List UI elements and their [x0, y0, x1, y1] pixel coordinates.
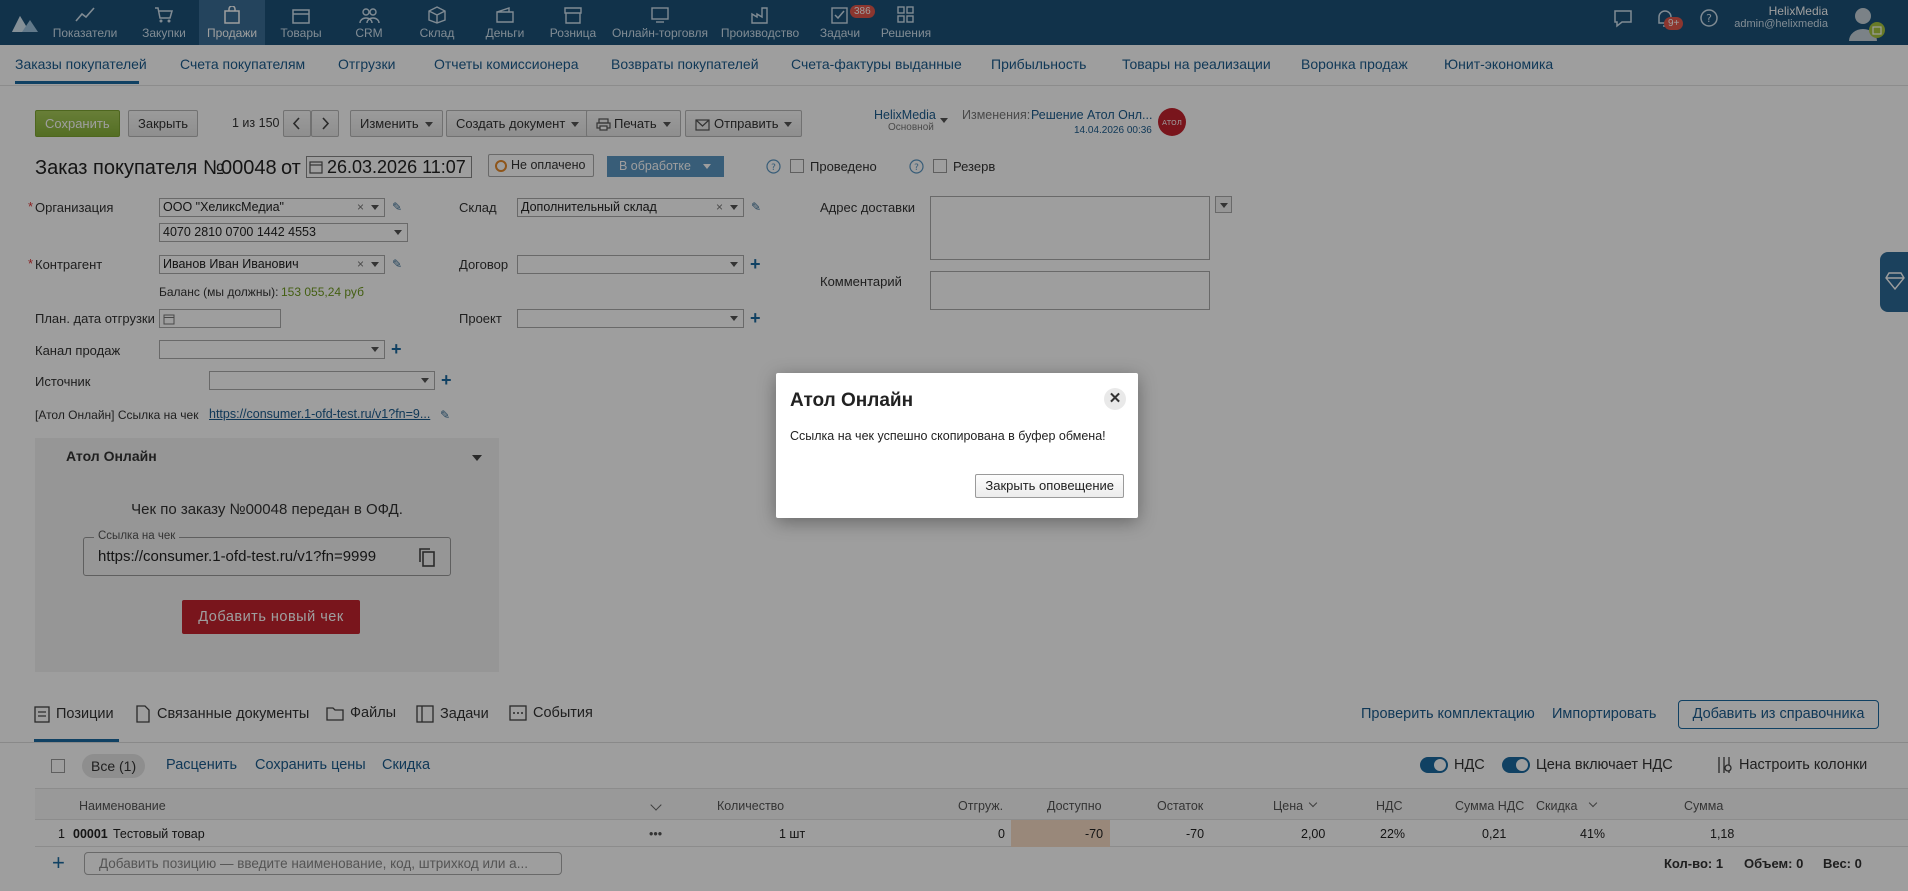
close-notification-button[interactable]: Закрыть оповещение: [975, 474, 1124, 498]
dialog-message: Ссылка на чек успешно скопирована в буфе…: [790, 429, 1106, 443]
dialog-title: Атол Онлайн: [790, 390, 914, 411]
dialog-close-icon[interactable]: ✕: [1104, 388, 1126, 410]
notification-dialog: Атол Онлайн ✕ Ссылка на чек успешно скоп…: [776, 373, 1138, 518]
